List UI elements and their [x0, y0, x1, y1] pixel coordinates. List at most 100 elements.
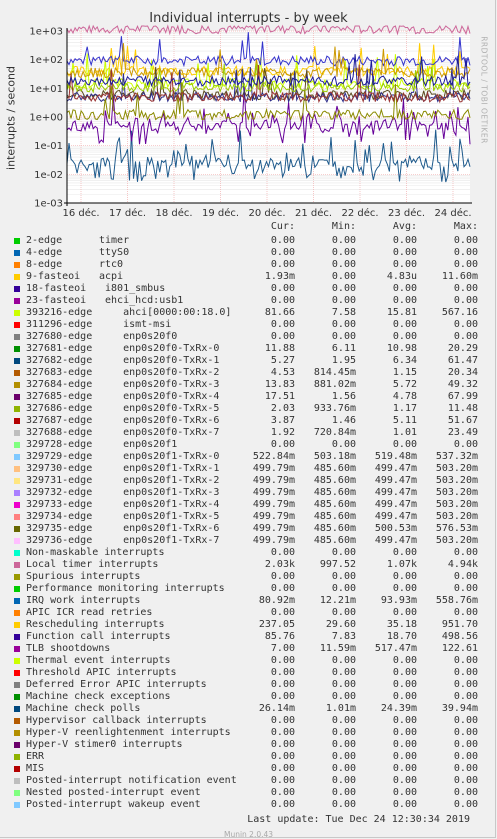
legend-name: Deferred Error APIC interrupts — [26, 679, 207, 690]
legend-max: 558.76m — [435, 595, 478, 606]
legend-row: 327683-edge enp0s20f0-TxRx-2 4.53 814.45m 1… — [14, 367, 484, 379]
legend-avg: 1.17 — [392, 403, 417, 414]
legend-max: 576.53m — [435, 523, 478, 534]
legend-swatch — [14, 766, 20, 772]
y-tick-label: 1e+01 — [29, 84, 63, 95]
legend-swatch — [14, 238, 20, 244]
legend-max: 23.49 — [447, 427, 478, 438]
legend-swatch — [14, 286, 20, 292]
legend-row: Function call interrupts 85.76 7.83 18.70 49… — [14, 631, 484, 643]
legend-avg: 18.70 — [386, 631, 417, 642]
legend-name: 311296-edge ismt-msi — [26, 319, 172, 330]
legend-min: 11.59m — [319, 643, 356, 654]
legend-name: Performance monitoring interrupts — [26, 583, 225, 594]
legend-name: APIC ICR read retries — [26, 607, 153, 618]
legend-max: 0.00 — [453, 331, 478, 342]
legend-min: 0.00 — [331, 667, 356, 678]
y-tick-label: 1e+03 — [29, 27, 63, 38]
legend-avg: 517.47m — [374, 643, 417, 654]
legend-name: Hyper-V reenlightenment interrupts — [26, 727, 231, 738]
legend-swatch — [14, 346, 20, 352]
legend-cur: 0.00 — [270, 655, 295, 666]
legend-cur: 0.00 — [270, 763, 295, 774]
legend-name: 327685-edge enp0s20f0-TxRx-4 — [26, 391, 220, 402]
legend-name: 8-edge rtc0 — [26, 259, 124, 270]
legend-avg: 500.53m — [374, 523, 417, 534]
legend-row: 327684-edge enp0s20f0-TxRx-3 13.83 881.02m… — [14, 379, 484, 391]
legend-max: 0.00 — [453, 235, 478, 246]
legend-row: 311296-edge ismt-msi 0.00 0.00 0.00 0.00 — [14, 319, 484, 331]
legend-max: 0.00 — [453, 787, 478, 798]
legend-min: 485.60m — [313, 487, 356, 498]
legend-max: 0.00 — [453, 583, 478, 594]
legend-name-detail: enp0s20f0-TxRx-5 — [99, 403, 220, 414]
legend-cur: 17.51 — [264, 391, 295, 402]
legend-avg: 0.00 — [392, 751, 417, 762]
legend-row: Deferred Error APIC interrupts 0.00 0.00 0.… — [14, 679, 484, 691]
legend-row: APIC ICR read retries 0.00 0.00 0.00 0.00 — [14, 607, 484, 619]
legend-name: 327683-edge enp0s20f0-TxRx-2 — [26, 367, 220, 378]
legend-name-detail: enp0s20f0-TxRx-4 — [99, 391, 220, 402]
legend-swatch — [14, 730, 20, 736]
legend-name-detail: ehci_hcd:usb1 — [99, 295, 184, 306]
legend-avg: 0.00 — [392, 571, 417, 582]
legend-swatch — [14, 778, 20, 784]
x-tick-label: 20 déc. — [248, 207, 285, 219]
legend-avg: 0.00 — [392, 547, 417, 558]
legend-swatch — [14, 394, 20, 400]
legend-swatch — [14, 382, 20, 388]
legend-min: 0.00 — [331, 739, 356, 750]
legend-cur: 0.00 — [270, 583, 295, 594]
legend-name-detail: rtc0 — [99, 259, 124, 270]
legend-swatch — [14, 790, 20, 796]
legend-name: Machine check polls — [26, 703, 141, 714]
legend-swatch — [14, 514, 20, 520]
legend-name-detail: enp0s20f0-TxRx-1 — [99, 355, 220, 366]
legend-name: Threshold APIC interrupts — [26, 667, 177, 678]
legend-cur: 26.14m — [258, 703, 295, 714]
legend-max: 0.00 — [453, 751, 478, 762]
legend-cur: 3.87 — [270, 415, 295, 426]
legend-cur: 499.79m — [252, 523, 295, 534]
legend-cur: 0.00 — [270, 739, 295, 750]
legend-name: 329733-edge enp0s20f1-TxRx-4 — [26, 499, 220, 510]
legend-max: 498.56 — [441, 631, 478, 642]
legend-avg: 0.00 — [392, 667, 417, 678]
legend-max: 503.20m — [435, 463, 478, 474]
legend-min: 0.00 — [331, 271, 356, 282]
legend-avg: 15.81 — [386, 307, 417, 318]
legend-cur: 0.00 — [270, 571, 295, 582]
x-tick-label: 17 déc. — [109, 207, 146, 219]
legend-swatch — [14, 610, 20, 616]
legend-swatch — [14, 334, 20, 340]
legend-cur: 499.79m — [252, 535, 295, 546]
legend-row: TLB shootdowns 7.00 11.59m 517.47m 122.61 — [14, 643, 484, 655]
y-tick-label: 1e-01 — [34, 141, 63, 152]
legend-header: Cur: Min: Avg: Max: — [14, 221, 484, 235]
legend-min: 0.00 — [331, 283, 356, 294]
legend-row: IRQ work interrupts 80.92m 12.21m 93.93m 558… — [14, 595, 484, 607]
legend-name: 329731-edge enp0s20f1-TxRx-2 — [26, 475, 220, 486]
legend-name-detail: i801_smbus — [99, 283, 166, 294]
legend-name: Machine check exceptions — [26, 691, 171, 702]
legend-avg: 0.00 — [392, 715, 417, 726]
legend-avg: 0.00 — [392, 799, 417, 810]
y-ticks: 1e-03 1e-02 1e-01 1e+00 1e+01 1e+02 1e+03 — [29, 27, 63, 210]
legend-avg: 1.01 — [392, 427, 417, 438]
legend-min: 7.83 — [331, 631, 356, 642]
legend-row: 2-edge timer 0.00 0.00 0.00 0.00 — [14, 235, 484, 247]
legend-row: 8-edge rtc0 0.00 0.00 0.00 0.00 — [14, 259, 484, 271]
legend-max: 0.00 — [453, 727, 478, 738]
legend-swatch — [14, 682, 20, 688]
legend-name-detail: enp0s20f1-TxRx-7 — [99, 535, 220, 546]
legend-cur: 0.00 — [270, 691, 295, 702]
legend-avg: 0.00 — [392, 295, 417, 306]
legend-min: 0.00 — [331, 607, 356, 618]
legend-cur: 0.00 — [270, 247, 295, 258]
legend-avg: 4.83u — [386, 271, 417, 282]
legend-min: 29.60 — [325, 619, 356, 630]
legend-cur: 0.00 — [270, 547, 295, 558]
legend-avg: 4.78 — [392, 391, 417, 402]
legend-avg: 1.15 — [392, 367, 417, 378]
legend-avg: 5.72 — [392, 379, 417, 390]
